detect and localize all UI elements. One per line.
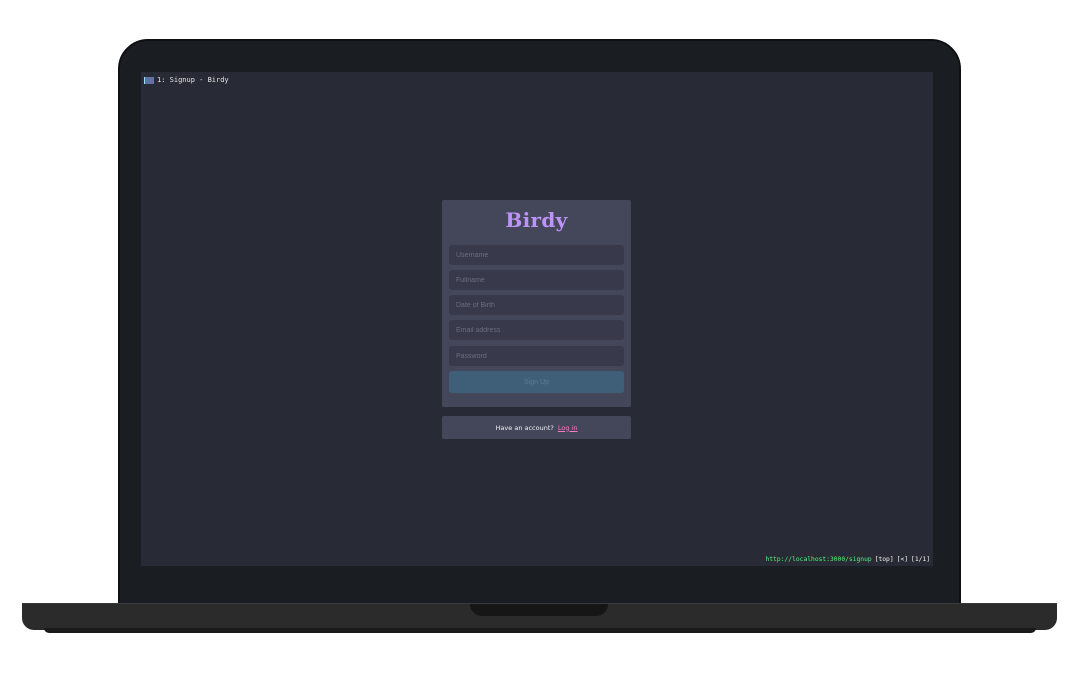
browser-status-bar: http://localhost:3000/signup [top] [<] [… [766, 555, 930, 564]
browser-viewport: 1: Signup - Birdy Birdy Sign Up Have an … [141, 72, 933, 566]
sign-up-button[interactable]: Sign Up [449, 371, 624, 393]
status-url: http://localhost:3000/signup [765, 556, 872, 563]
status-tab-count: [1/1] [911, 556, 930, 563]
laptop-base-edge [44, 628, 1036, 633]
signup-card: Birdy Sign Up [442, 200, 631, 407]
date-of-birth-input[interactable] [449, 295, 624, 315]
login-prompt: Have an account? Log in [442, 416, 631, 439]
email-input[interactable] [449, 320, 624, 340]
status-history: [<] [896, 556, 909, 563]
status-scroll-position: [top] [874, 556, 894, 563]
brand-logo: Birdy [505, 208, 568, 232]
password-input[interactable] [449, 346, 624, 366]
log-in-link[interactable]: Log in [558, 424, 578, 432]
tab-favicon-icon [144, 76, 154, 84]
tab-title[interactable]: 1: Signup - Birdy [157, 76, 229, 84]
login-prompt-text: Have an account? [495, 423, 554, 432]
laptop-notch [470, 604, 608, 616]
browser-tab-bar: 1: Signup - Birdy [144, 75, 229, 85]
username-input[interactable] [449, 245, 624, 265]
fullname-input[interactable] [449, 270, 624, 290]
